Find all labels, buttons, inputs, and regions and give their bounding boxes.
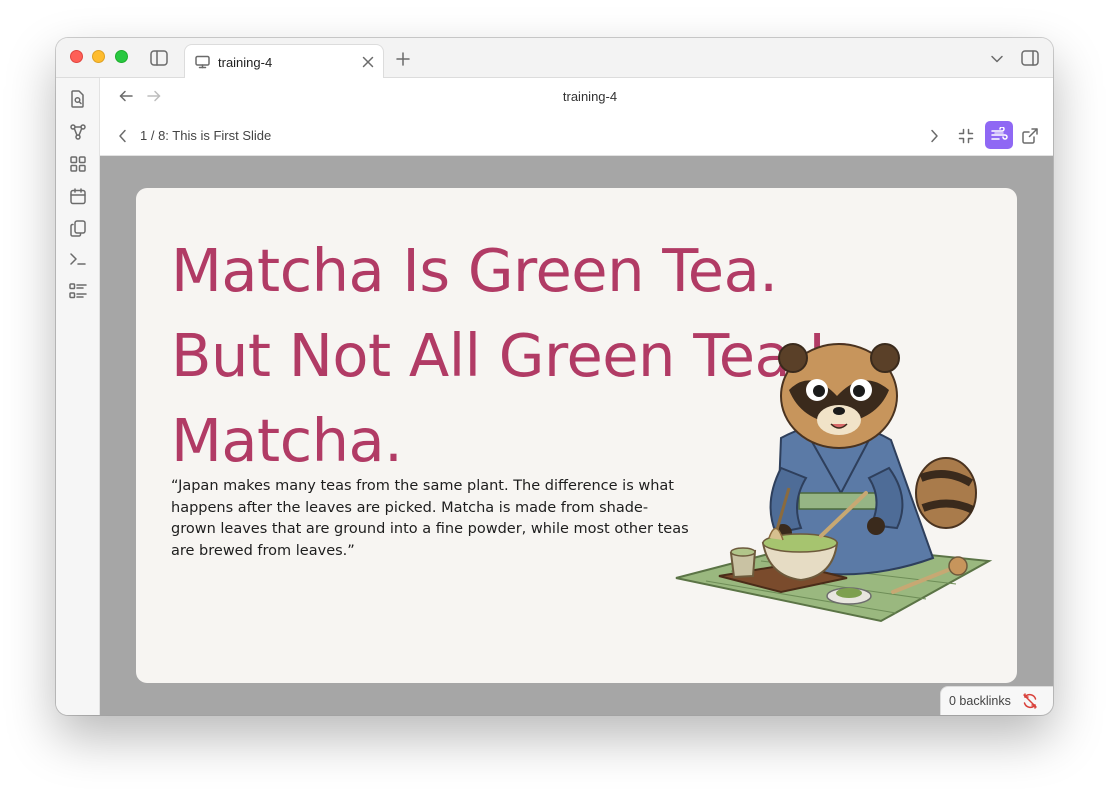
presentation-stage: Matcha Is Green Tea. But Not All Green T… <box>100 156 1053 715</box>
graph-icon[interactable] <box>67 121 89 143</box>
view-header: training-4 <box>100 78 1053 116</box>
backlinks-status[interactable]: 0 backlinks <box>940 686 1053 715</box>
wind-icon[interactable] <box>985 121 1013 149</box>
terminal-icon[interactable] <box>67 248 89 270</box>
sync-error-icon[interactable] <box>1021 692 1039 710</box>
sidebar-toggle-icon[interactable] <box>148 48 170 68</box>
tanuki-matcha-illustration <box>675 343 993 623</box>
tab-training-4[interactable]: training-4 <box>184 44 384 79</box>
slide: Matcha Is Green Tea. But Not All Green T… <box>136 188 1017 683</box>
external-link-icon[interactable] <box>1020 126 1040 146</box>
chevron-down-icon[interactable] <box>988 50 1006 68</box>
previous-slide-icon[interactable] <box>114 127 130 145</box>
close-tab-icon[interactable] <box>360 54 376 70</box>
checklist-icon[interactable] <box>67 280 89 302</box>
close-window-button[interactable] <box>70 50 83 63</box>
slide-quote: “Japan makes many teas from the same pla… <box>171 478 689 559</box>
backlinks-count: 0 backlinks <box>949 694 1011 708</box>
file-search-icon[interactable] <box>67 88 89 110</box>
minimize-window-button[interactable] <box>92 50 105 63</box>
collapse-icon[interactable] <box>956 126 976 146</box>
title-bar: training-4 <box>56 38 1053 79</box>
maximize-window-button[interactable] <box>115 50 128 63</box>
tab-label: training-4 <box>218 54 273 70</box>
new-tab-icon[interactable] <box>393 49 413 69</box>
slide-status: 1 / 8: This is First Slide <box>140 128 272 143</box>
app-window: training-4 training-4 1 / 8: This is Fir… <box>56 38 1053 715</box>
slide-toolbar: 1 / 8: This is First Slide <box>100 116 1053 156</box>
calendar-icon[interactable] <box>67 185 89 207</box>
monitor-icon <box>194 54 210 70</box>
left-ribbon <box>56 78 100 715</box>
grid-icon[interactable] <box>67 153 89 175</box>
view-title: training-4 <box>562 89 618 104</box>
right-sidebar-toggle-icon[interactable] <box>1019 48 1041 68</box>
copy-icon[interactable] <box>67 217 89 239</box>
chevron-right-icon[interactable] <box>926 127 942 145</box>
